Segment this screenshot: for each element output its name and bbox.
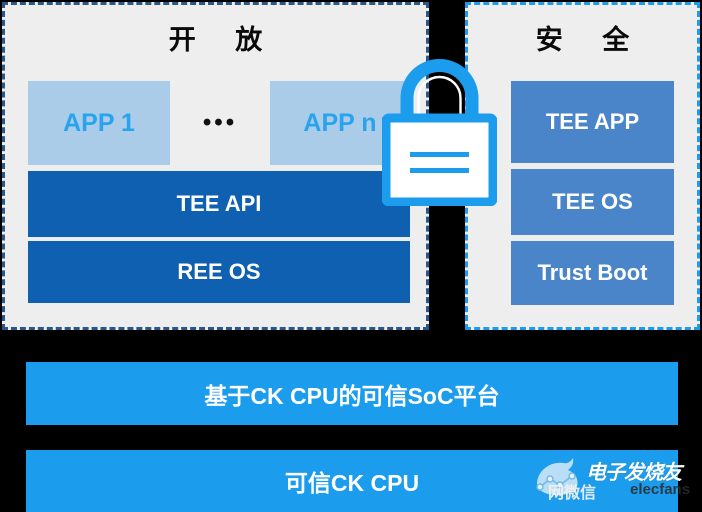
layer-ree-os[interactable]: REE OS [28,241,410,303]
app-box-1[interactable]: APP 1 [28,81,170,165]
secure-panel: 安 全 TEE APP TEE OS Trust Boot [465,2,700,330]
layer-tee-os[interactable]: TEE OS [511,169,674,235]
secure-panel-title: 安 全 [535,25,646,55]
open-panel: 开 放 APP 1 ••• APP n TEE API REE OS [2,2,429,330]
layer-tee-app[interactable]: TEE APP [511,81,674,163]
foundation-bar-ck-cpu[interactable]: 可信CK CPU [26,450,678,512]
app-ellipsis: ••• [202,108,238,136]
lock-icon [381,58,498,207]
foundation-bar-soc-platform[interactable]: 基于CK CPU的可信SoC平台 [26,362,678,425]
layer-trust-boot[interactable]: Trust Boot [511,241,674,305]
layer-tee-api[interactable]: TEE API [28,171,410,237]
diagram-canvas: 开 放 APP 1 ••• APP n TEE API REE OS 安 全 T… [0,0,702,512]
open-panel-title: 开 放 [168,25,279,55]
